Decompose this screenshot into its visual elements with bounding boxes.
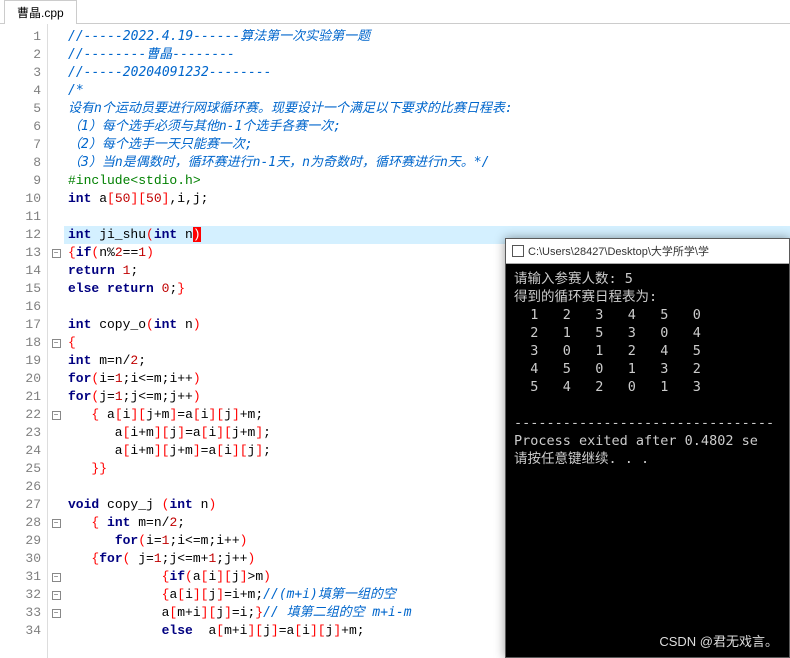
- line-number: 2: [0, 46, 47, 64]
- fold-minus-icon[interactable]: −: [52, 573, 61, 582]
- line-number: 5: [0, 100, 47, 118]
- fold-cell: [48, 478, 64, 496]
- fold-cell: [48, 496, 64, 514]
- tab-bar: 曹晶.cpp: [0, 0, 790, 24]
- fold-minus-icon[interactable]: −: [52, 609, 61, 618]
- fold-cell[interactable]: −: [48, 586, 64, 604]
- line-number: 14: [0, 262, 47, 280]
- fold-cell: [48, 550, 64, 568]
- fold-cell: [48, 388, 64, 406]
- console-output[interactable]: 请输入参赛人数: 5 得到的循环赛日程表为: 1 2 3 4 5 0 2 1 5…: [506, 264, 789, 474]
- fold-cell: [48, 622, 64, 640]
- line-number: 1: [0, 28, 47, 46]
- line-number: 28: [0, 514, 47, 532]
- line-number: 9: [0, 172, 47, 190]
- code-line[interactable]: //--------曹晶--------: [64, 46, 790, 64]
- fold-cell: [48, 442, 64, 460]
- code-line[interactable]: （1）每个选手必须与其他n-1个选手各赛一次;: [64, 118, 790, 136]
- line-number: 17: [0, 316, 47, 334]
- line-number: 8: [0, 154, 47, 172]
- line-number: 18: [0, 334, 47, 352]
- code-line[interactable]: 设有n个运动员要进行网球循环赛。现要设计一个满足以下要求的比赛日程表:: [64, 100, 790, 118]
- line-number: 16: [0, 298, 47, 316]
- fold-minus-icon[interactable]: −: [52, 249, 61, 258]
- console-titlebar[interactable]: C:\Users\28427\Desktop\大学所学\学: [506, 239, 789, 264]
- line-number: 23: [0, 424, 47, 442]
- code-line[interactable]: int a[50][50],i,j;: [64, 190, 790, 208]
- fold-cell: [48, 298, 64, 316]
- line-number: 25: [0, 460, 47, 478]
- line-number: 3: [0, 64, 47, 82]
- fold-cell: [48, 226, 64, 244]
- code-line[interactable]: （3）当n是偶数时，循环赛进行n-1天，n为奇数时，循环赛进行n天。*/: [64, 154, 790, 172]
- fold-minus-icon[interactable]: −: [52, 591, 61, 600]
- watermark: CSDN @君无戏言。: [659, 631, 778, 650]
- line-number: 32: [0, 586, 47, 604]
- console-icon: [512, 245, 524, 257]
- fold-cell: [48, 172, 64, 190]
- fold-cell[interactable]: −: [48, 514, 64, 532]
- line-number: 21: [0, 388, 47, 406]
- code-line[interactable]: //-----20204091232--------: [64, 64, 790, 82]
- line-number: 26: [0, 478, 47, 496]
- fold-cell: [48, 100, 64, 118]
- fold-cell: [48, 640, 64, 658]
- fold-minus-icon[interactable]: −: [52, 339, 61, 348]
- fold-cell: [48, 118, 64, 136]
- line-number: 4: [0, 82, 47, 100]
- line-number: 6: [0, 118, 47, 136]
- line-number: 30: [0, 550, 47, 568]
- line-number: 12: [0, 226, 47, 244]
- fold-cell: [48, 352, 64, 370]
- line-number: 33: [0, 604, 47, 622]
- line-number: 15: [0, 280, 47, 298]
- code-line[interactable]: [64, 208, 790, 226]
- line-number: 24: [0, 442, 47, 460]
- fold-cell[interactable]: −: [48, 568, 64, 586]
- fold-cell: [48, 208, 64, 226]
- fold-minus-icon[interactable]: −: [52, 519, 61, 528]
- fold-cell: [48, 136, 64, 154]
- fold-cell: [48, 262, 64, 280]
- fold-cell: [48, 190, 64, 208]
- fold-cell: [48, 460, 64, 478]
- fold-cell: [48, 82, 64, 100]
- line-number: 19: [0, 352, 47, 370]
- fold-column: − − − − − − −: [48, 24, 64, 658]
- code-line[interactable]: #include<stdio.h>: [64, 172, 790, 190]
- fold-cell: [48, 370, 64, 388]
- console-title-text: C:\Users\28427\Desktop\大学所学\学: [528, 243, 709, 259]
- fold-cell: [48, 154, 64, 172]
- line-number: 13: [0, 244, 47, 262]
- code-line[interactable]: //-----2022.4.19------算法第一次实验第一题: [64, 28, 790, 46]
- fold-cell: [48, 280, 64, 298]
- line-number: 29: [0, 532, 47, 550]
- line-number-gutter: 1234567891011121314151617181920212223242…: [0, 24, 48, 658]
- console-window: C:\Users\28427\Desktop\大学所学\学 请输入参赛人数: 5…: [505, 238, 790, 658]
- fold-cell[interactable]: −: [48, 244, 64, 262]
- fold-cell: [48, 46, 64, 64]
- fold-cell: [48, 424, 64, 442]
- fold-cell: [48, 64, 64, 82]
- line-number: 20: [0, 370, 47, 388]
- fold-cell: [48, 316, 64, 334]
- fold-cell: [48, 532, 64, 550]
- code-line[interactable]: （2）每个选手一天只能赛一次;: [64, 136, 790, 154]
- line-number: 22: [0, 406, 47, 424]
- fold-cell[interactable]: −: [48, 604, 64, 622]
- fold-cell[interactable]: −: [48, 406, 64, 424]
- fold-cell[interactable]: −: [48, 334, 64, 352]
- fold-minus-icon[interactable]: −: [52, 411, 61, 420]
- line-number: 31: [0, 568, 47, 586]
- line-number: 11: [0, 208, 47, 226]
- line-number: 7: [0, 136, 47, 154]
- line-number: 27: [0, 496, 47, 514]
- line-number: 10: [0, 190, 47, 208]
- fold-cell: [48, 28, 64, 46]
- line-number: 34: [0, 622, 47, 640]
- file-tab[interactable]: 曹晶.cpp: [4, 0, 77, 24]
- code-line[interactable]: /*: [64, 82, 790, 100]
